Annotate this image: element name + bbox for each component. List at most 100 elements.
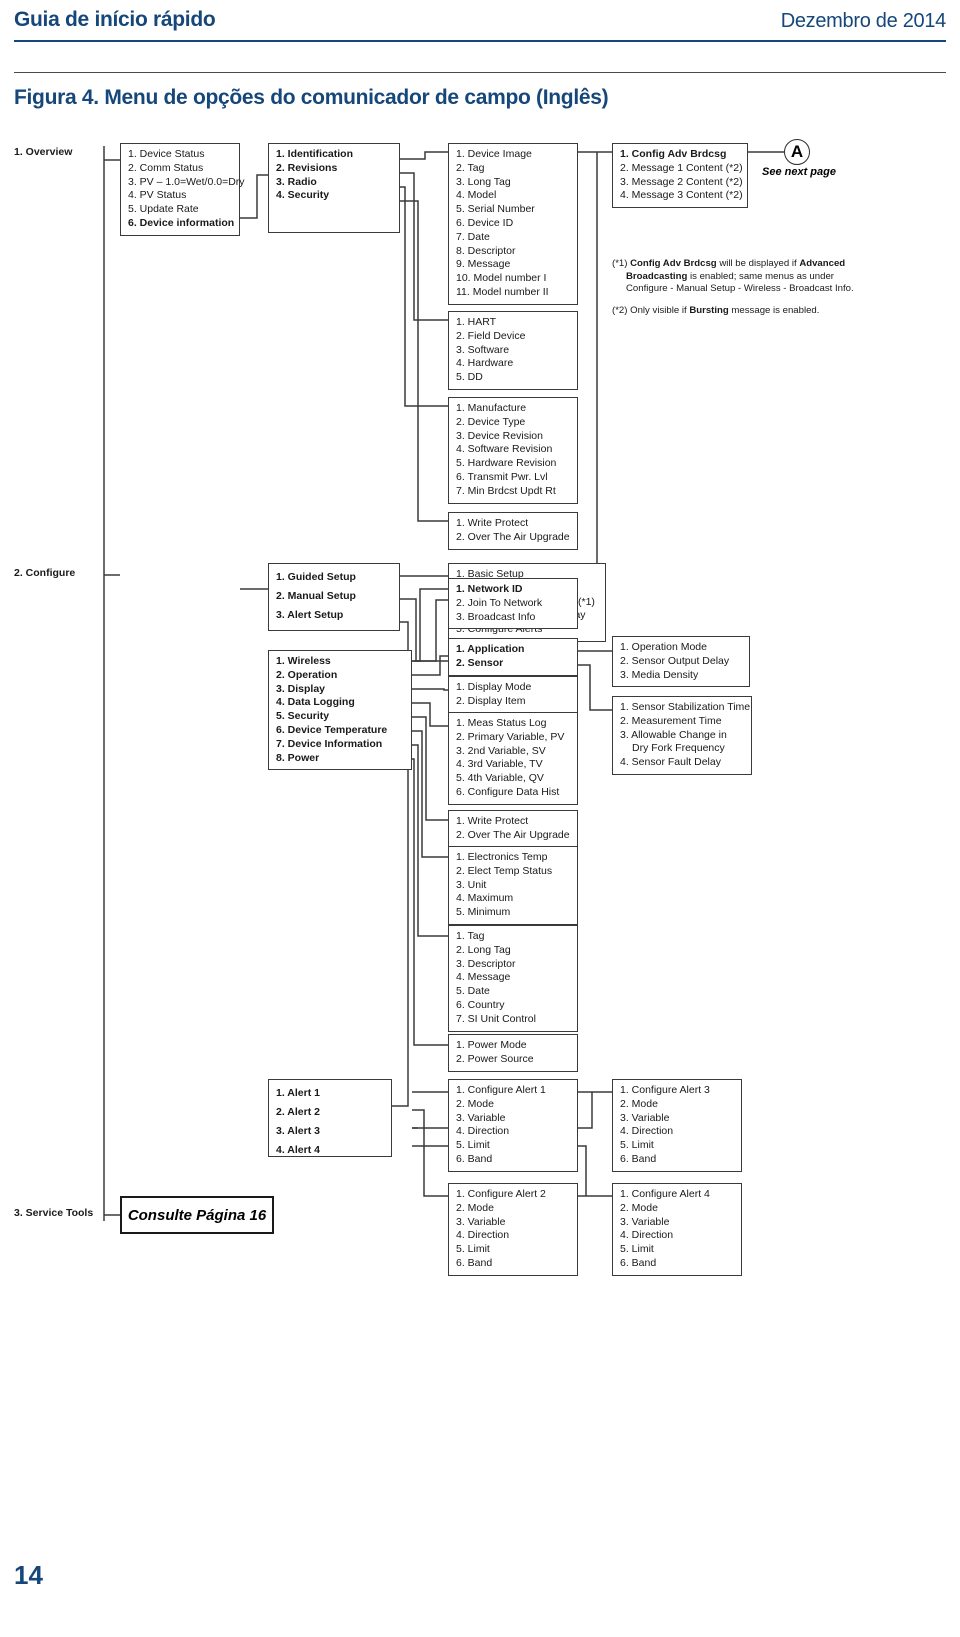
menu-item[interactable]: 2. Comm Status [128, 162, 233, 176]
menu-item[interactable]: 3. Variable [456, 1112, 571, 1126]
box-overview-menu[interactable]: 1. Device Status 2. Comm Status 3. PV – … [120, 143, 245, 236]
menu-item[interactable]: 4. Direction [456, 1125, 571, 1139]
menu-item[interactable]: 5. Limit [456, 1139, 571, 1153]
menu-item[interactable]: 1. Identification [276, 148, 393, 162]
box-wireless[interactable]: 1. Network ID 2. Join To Network 3. Broa… [448, 578, 578, 630]
box-device-information-config[interactable]: 1. Tag 2. Long Tag 3. Descriptor 4. Mess… [448, 925, 578, 1032]
menu-item[interactable]: 2. Long Tag [456, 944, 571, 958]
menu-item[interactable]: 4. Direction [620, 1125, 735, 1139]
menu-item[interactable]: 3. Message 2 Content (*2) [620, 176, 743, 190]
box-device-information[interactable]: 1. Identification 2. Revisions 3. Radio … [268, 143, 400, 233]
menu-item[interactable]: 1. Network ID [456, 583, 571, 597]
menu-item[interactable]: 7. Device Information [276, 738, 405, 752]
menu-item[interactable]: 2. Measurement Time [620, 715, 745, 729]
menu-item[interactable]: 6. Band [456, 1153, 571, 1167]
box-operation[interactable]: 1. Application 2. Sensor [448, 638, 578, 676]
menu-item[interactable]: 4. Software Revision [456, 443, 571, 457]
menu-item[interactable]: 2. Join To Network [456, 597, 571, 611]
menu-item[interactable]: 5. Serial Number [456, 203, 571, 217]
menu-item[interactable]: 1. Power Mode [456, 1039, 571, 1053]
menu-item[interactable]: 4. Data Logging [276, 696, 405, 710]
menu-item[interactable]: 4. Alert 4 [276, 1141, 385, 1160]
menu-item[interactable]: 4. Direction [620, 1229, 735, 1243]
menu-item[interactable]: 5. Limit [620, 1243, 735, 1257]
menu-item[interactable]: 1. Application [456, 643, 571, 657]
menu-item[interactable]: 1. Tag [456, 930, 571, 944]
menu-item[interactable]: 1. Configure Alert 1 [456, 1084, 571, 1098]
menu-item[interactable]: 2. Over The Air Upgrade [456, 829, 571, 843]
menu-item[interactable]: 3. Alert Setup [276, 606, 393, 625]
menu-item[interactable]: 1. Meas Status Log [456, 717, 571, 731]
menu-item[interactable]: 6. Configure Data Hist [456, 786, 571, 800]
box-radio[interactable]: 1. Manufacture 2. Device Type 3. Device … [448, 397, 578, 504]
box-data-logging[interactable]: 1. Meas Status Log 2. Primary Variable, … [448, 712, 578, 805]
menu-item[interactable]: 6. Band [620, 1153, 735, 1167]
menu-item[interactable]: 4. PV Status [128, 189, 233, 203]
menu-item[interactable]: 3. Software [456, 344, 571, 358]
box-security-overview[interactable]: 1. Write Protect 2. Over The Air Upgrade [448, 512, 578, 550]
menu-item[interactable]: 4. Model [456, 189, 571, 203]
box-power[interactable]: 1. Power Mode 2. Power Source [448, 1034, 578, 1072]
menu-item[interactable]: 5. Limit [620, 1139, 735, 1153]
box-service-tools-reference[interactable]: Consulte Página 16 [120, 1196, 274, 1234]
menu-item[interactable]: 3. PV – 1.0=Wet/0.0=Dry [128, 176, 245, 190]
menu-item[interactable]: 3. Alert 3 [276, 1122, 385, 1141]
menu-item[interactable]: 1. Display Mode [456, 681, 571, 695]
menu-item[interactable]: 4. Message 3 Content (*2) [620, 189, 743, 203]
menu-item[interactable]: 5. Date [456, 985, 571, 999]
menu-item[interactable]: 7. SI Unit Control [456, 1013, 571, 1027]
menu-item[interactable]: 4. Sensor Fault Delay [620, 756, 745, 770]
menu-item[interactable]: 6. Device Temperature [276, 724, 405, 738]
menu-item[interactable]: 3. Broadcast Info [456, 611, 571, 625]
menu-item[interactable]: 1. Write Protect [456, 815, 571, 829]
menu-item[interactable]: 6. Transmit Pwr. Lvl [456, 471, 571, 485]
menu-item[interactable]: 5. 4th Variable, QV [456, 772, 571, 786]
menu-item[interactable]: 3. Long Tag [456, 176, 571, 190]
menu-item[interactable]: 5. Minimum [456, 906, 571, 920]
menu-item[interactable]: 2. Message 1 Content (*2) [620, 162, 743, 176]
menu-item[interactable]: 2. Primary Variable, PV [456, 731, 571, 745]
box-configure-menu[interactable]: 1. Guided Setup 2. Manual Setup 3. Alert… [268, 563, 400, 631]
menu-item[interactable]: 1. Config Adv Brdcsg [620, 148, 741, 162]
menu-item[interactable]: 5. Update Rate [128, 203, 233, 217]
box-alert-3[interactable]: 1. Configure Alert 3 2. Mode 3. Variable… [612, 1079, 742, 1172]
box-security-config[interactable]: 1. Write Protect 2. Over The Air Upgrade [448, 810, 578, 848]
menu-item[interactable]: 2. Tag [456, 162, 571, 176]
menu-item[interactable]: 2. Manual Setup [276, 587, 393, 606]
menu-item[interactable]: 2. Mode [620, 1098, 735, 1112]
menu-item[interactable]: 5. Security [276, 710, 405, 724]
menu-item[interactable]: 1. Configure Alert 2 [456, 1188, 571, 1202]
menu-item[interactable]: 1. Guided Setup [276, 568, 393, 587]
menu-item[interactable]: 2. Operation [276, 669, 405, 683]
menu-item[interactable]: 3. Variable [456, 1216, 571, 1230]
box-alert-1[interactable]: 1. Configure Alert 1 2. Mode 3. Variable… [448, 1079, 578, 1172]
box-identification[interactable]: 1. Device Image 2. Tag 3. Long Tag 4. Mo… [448, 143, 578, 305]
menu-item[interactable]: 5. Limit [456, 1243, 571, 1257]
menu-item[interactable]: 6. Device information [128, 217, 234, 231]
menu-item[interactable]: 2. Mode [620, 1202, 735, 1216]
box-sensor[interactable]: 1. Sensor Stabilization Time 2. Measurem… [612, 696, 752, 775]
menu-item[interactable]: 6. Device ID [456, 217, 571, 231]
box-config-adv-brdcsg[interactable]: 1. Config Adv Brdcsg 2. Message 1 Conten… [612, 143, 748, 209]
menu-item[interactable]: 6. Country [456, 999, 571, 1013]
menu-item[interactable]: 1. Alert 1 [276, 1084, 385, 1103]
menu-item[interactable]: 3. Unit [456, 879, 571, 893]
menu-item[interactable]: 2. Power Source [456, 1053, 571, 1067]
menu-item[interactable]: 1. Wireless [276, 655, 405, 669]
menu-item[interactable]: 3. Device Revision [456, 430, 571, 444]
root-configure[interactable]: 2. Configure [14, 567, 75, 581]
menu-item[interactable]: 4. 3rd Variable, TV [456, 758, 571, 772]
menu-item[interactable]: 2. Device Type [456, 416, 571, 430]
menu-item[interactable]: 4. Message [456, 971, 571, 985]
menu-item[interactable]: 8. Power [276, 752, 405, 766]
menu-item[interactable]: 7. Min Brdcst Updt Rt [456, 485, 571, 499]
box-application[interactable]: 1. Operation Mode 2. Sensor Output Delay… [612, 636, 750, 688]
menu-item[interactable]: 2. Over The Air Upgrade [456, 531, 571, 545]
box-revisions[interactable]: 1. HART 2. Field Device 3. Software 4. H… [448, 311, 578, 390]
menu-item[interactable]: 6. Band [620, 1257, 735, 1271]
root-overview[interactable]: 1. Overview [14, 146, 72, 160]
menu-item[interactable]: 2. Elect Temp Status [456, 865, 571, 879]
menu-item[interactable]: 1. Manufacture [456, 402, 571, 416]
menu-item[interactable]: 5. DD [456, 371, 571, 385]
menu-item[interactable]: 2. Field Device [456, 330, 571, 344]
